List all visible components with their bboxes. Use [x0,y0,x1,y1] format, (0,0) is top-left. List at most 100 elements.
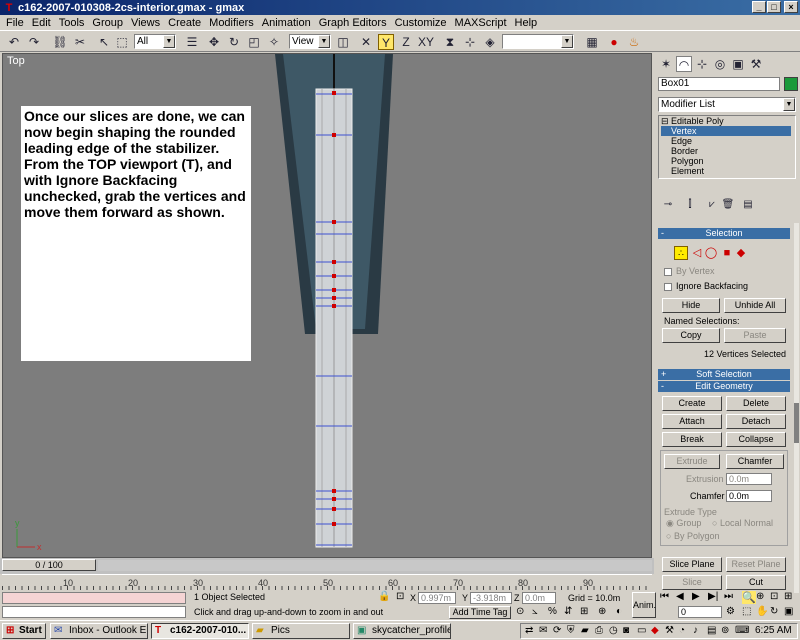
reference-coordinate-dropdown[interactable]: View ▼ [289,34,331,49]
viewport-label[interactable]: Top [7,55,25,67]
by-polygon-radio[interactable]: ○ By Polygon [666,531,719,541]
spinner-snap-icon[interactable]: ⇵ [564,606,572,617]
tray-icon-keyboard[interactable]: ⌨ [735,625,749,636]
zoom-extents-icon[interactable]: ⊡ [770,591,778,602]
align-icon[interactable]: ⊹ [462,34,478,50]
chamfer-button[interactable]: Chamfer [726,454,784,469]
tray-icon-wifi[interactable]: ◔ [679,625,685,636]
scale-icon[interactable]: ◰ [246,34,262,50]
rotate-icon[interactable]: ↻ [226,34,242,50]
minimize-button[interactable]: _ [752,1,766,13]
grid-icon[interactable]: ▦ [584,34,600,50]
modifier-stack[interactable]: ⊟ Editable Poly Vertex Edge Border Polyg… [658,115,796,179]
window-crossing-icon[interactable]: ⊞ [580,606,588,617]
start-button[interactable]: ⊞ Start [2,623,46,639]
tray-icon-volume[interactable]: ♪ [693,625,698,636]
maximize-button[interactable]: □ [767,1,781,13]
selection-filter-dropdown[interactable]: All ▼ [134,34,176,49]
unlink-icon[interactable]: ✂ [72,34,88,50]
rectangular-region-icon[interactable]: ⬚ [114,34,130,50]
task-outlook[interactable]: ✉ Inbox - Outlook E... [50,623,148,639]
vertex-mode-icon[interactable]: ∴ [674,246,688,260]
show-end-result-icon[interactable]: ⫿ [682,197,698,213]
prev-frame-icon[interactable]: ◀ [676,591,684,602]
undo-icon[interactable]: ↶ [6,34,22,50]
maximize-viewport-icon[interactable]: ▣ [784,606,793,617]
menu-file[interactable]: File [2,17,28,29]
close-button[interactable]: × [784,1,798,13]
time-config-icon[interactable]: ⚙ [726,606,735,617]
stack-item-border[interactable]: Border [671,146,698,156]
menu-group[interactable]: Group [88,17,127,29]
make-unique-icon[interactable]: ⩗ [704,197,720,213]
create-tab-icon[interactable]: ✶ [658,56,674,72]
menu-views[interactable]: Views [127,17,164,29]
animate-button[interactable]: Anim. [632,592,656,618]
key-mode-icon[interactable]: ⊕ [598,606,606,617]
extrude-button[interactable]: Extrude [664,454,720,469]
menu-customize[interactable]: Customize [391,17,451,29]
tray-icon-battery[interactable]: ▤ [707,625,716,636]
restrict-z-icon[interactable]: Z [398,34,414,50]
stack-item-edge[interactable]: Edge [671,136,692,146]
track-bar[interactable]: 10 20 30 40 50 60 70 80 90 [2,574,652,590]
menu-create[interactable]: Create [164,17,205,29]
motion-tab-icon[interactable]: ◎ [712,56,728,72]
delete-button[interactable]: Delete [726,396,786,411]
gmax-app-icon[interactable]: T [3,2,15,14]
tray-icon-printer[interactable]: ⎙ [595,625,603,636]
top-viewport[interactable]: y x Top Once our slices are done, we can… [2,53,652,558]
tray-icon-camera[interactable]: ◙ [623,625,629,636]
arc-rotate-icon[interactable]: ↻ [770,606,778,617]
maxscript-input[interactable] [2,606,186,618]
material-editor-icon[interactable]: ◈ [482,34,498,50]
z-coord-field[interactable]: 0.0m [522,592,556,604]
hierarchy-tab-icon[interactable]: ⊹ [694,56,710,72]
edge-mode-icon[interactable]: ◁ [690,246,704,260]
x-coord-field[interactable]: 0.997m [418,592,456,604]
add-time-tag-button[interactable]: Add Time Tag [449,606,511,619]
manipulate-icon[interactable]: ✧ [266,34,282,50]
create-button[interactable]: Create [662,396,722,411]
tray-icon-tool[interactable]: ⚒ [665,625,674,636]
tray-icon-shield[interactable]: ⛨ [567,625,575,636]
region-zoom-icon[interactable]: ⬚ [742,606,751,617]
menu-tools[interactable]: Tools [55,17,89,29]
chamfer-spinner[interactable]: 0.0m [726,490,772,502]
stack-item-element[interactable]: Element [671,166,704,176]
next-frame-icon[interactable]: ▶| [708,591,718,602]
object-color-swatch[interactable] [784,77,798,91]
select-link-icon[interactable]: ⛓ [52,34,68,50]
menu-edit[interactable]: Edit [28,17,55,29]
break-button[interactable]: Break [662,432,722,447]
restrict-y-icon[interactable]: Y [378,34,394,50]
tray-icon-network[interactable]: ⇄ [525,625,533,636]
display-tab-icon[interactable]: ▣ [730,56,746,72]
cut-button[interactable]: Cut [726,575,786,590]
configure-modifier-sets-icon[interactable]: ▤ [740,197,756,213]
slice-button[interactable]: Slice [662,575,722,590]
named-selection-sets-dropdown[interactable]: ▼ [502,34,574,49]
remove-modifier-icon[interactable]: 🗑 [720,197,736,213]
extrusion-spinner[interactable]: 0.0m [726,473,772,485]
paste-button[interactable]: Paste [724,328,786,343]
menu-graph-editors[interactable]: Graph Editors [315,17,391,29]
tray-icon-acrobat[interactable]: ◆ [651,625,659,636]
menu-help[interactable]: Help [511,17,542,29]
clock[interactable]: 6:25 AM [755,625,792,636]
modifier-list-dropdown[interactable]: Modifier List ▼ [658,97,796,112]
polygon-mode-icon[interactable]: ■ [720,246,734,260]
teapot-icon[interactable]: ♨ [626,34,642,50]
object-name-field[interactable]: Box01 [658,77,780,91]
attach-button[interactable]: Attach [662,414,722,429]
move-icon[interactable]: ✥ [206,34,222,50]
restrict-xy-icon[interactable]: XY [418,34,434,50]
task-pics[interactable]: ▰ Pics [252,623,350,639]
y-coord-field[interactable]: -3.918m [470,592,512,604]
copy-button[interactable]: Copy [662,328,720,343]
stack-item-polygon[interactable]: Polygon [671,156,704,166]
maxscript-listener[interactable] [2,592,186,604]
zoom-icon[interactable]: 🔍 [742,591,756,604]
reset-plane-button[interactable]: Reset Plane [726,557,786,572]
zoom-all-icon[interactable]: ⊕ [756,591,764,602]
